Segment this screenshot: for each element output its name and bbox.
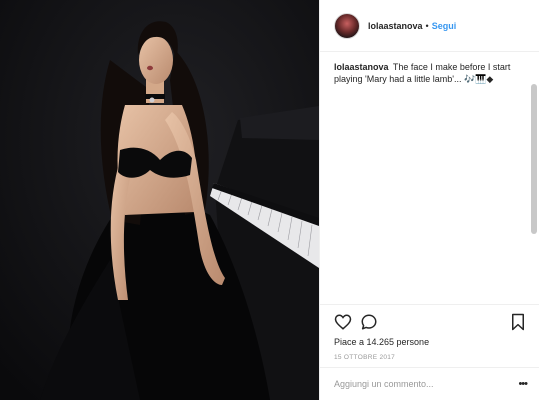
speech-bubble-icon[interactable] xyxy=(360,313,378,331)
caption-username[interactable]: lolaastanova xyxy=(334,62,389,72)
action-icons xyxy=(334,313,527,331)
post-header: lolaastanova • Segui xyxy=(320,0,539,52)
post-date: 15 OTTOBRE 2017 xyxy=(334,354,396,361)
post-sidebar: lolaastanova • Segui lolaastanova The fa… xyxy=(319,0,539,400)
heart-outline-icon[interactable] xyxy=(334,313,352,331)
likes-count[interactable]: Piace a 14.265 persone xyxy=(334,337,527,347)
bookmark-icon[interactable] xyxy=(509,313,527,331)
add-comment-bar: ••• xyxy=(320,367,539,400)
follow-button[interactable]: Segui xyxy=(432,21,457,31)
caption: lolaastanova The face I make before I st… xyxy=(334,61,527,85)
ellipsis-icon[interactable]: ••• xyxy=(518,378,528,390)
comments-area: lolaastanova The face I make before I st… xyxy=(320,52,539,304)
username-link[interactable]: lolaastanova xyxy=(368,21,423,31)
separator-dot: • xyxy=(425,20,429,31)
photo-image xyxy=(0,0,319,400)
instagram-post: lolaastanova • Segui lolaastanova The fa… xyxy=(0,0,539,400)
comment-input[interactable] xyxy=(334,379,519,389)
avatar[interactable] xyxy=(334,12,360,39)
comments-scrollbar[interactable] xyxy=(531,84,537,234)
post-photo[interactable] xyxy=(0,0,319,400)
